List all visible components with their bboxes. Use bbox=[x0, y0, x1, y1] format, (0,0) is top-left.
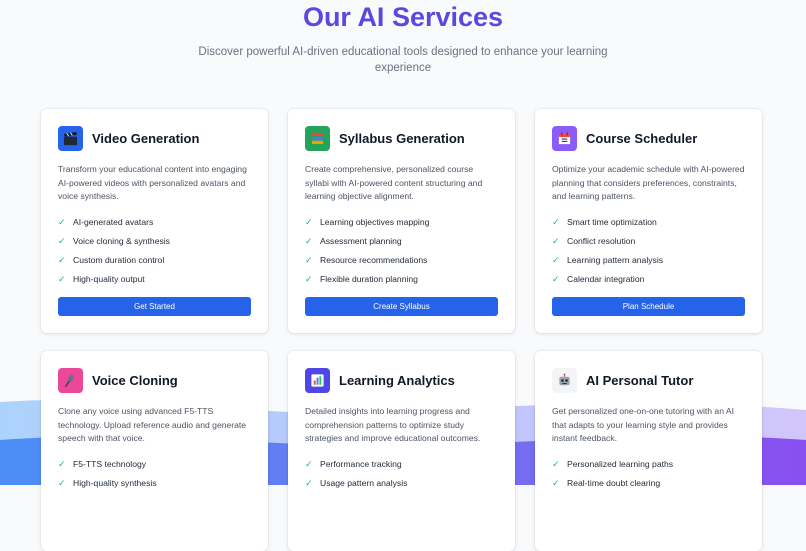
feature-list: ✓ F5-TTS technology ✓ High-quality synthes… bbox=[58, 455, 251, 493]
feature-item: ✓ High-quality synthesis bbox=[58, 474, 251, 493]
card-title: Learning Analytics bbox=[339, 372, 455, 388]
checkmark-icon: ✓ bbox=[305, 236, 313, 246]
feature-item: ✓ Learning objectives mapping bbox=[305, 213, 498, 232]
checkmark-icon: ✓ bbox=[58, 236, 66, 246]
feature-item: ✓ Flexible duration planning bbox=[305, 270, 498, 289]
service-card-voice-cloning: Voice Cloning Clone any voice using adva… bbox=[41, 351, 268, 551]
checkmark-icon: ✓ bbox=[552, 217, 560, 227]
get-started-button[interactable]: Get Started bbox=[58, 297, 251, 316]
checkmark-icon: ✓ bbox=[552, 478, 560, 488]
feature-list: ✓ AI-generated avatars ✓ Voice cloning & s… bbox=[58, 213, 251, 289]
checkmark-icon: ✓ bbox=[305, 217, 313, 227]
checkmark-icon: ✓ bbox=[552, 255, 560, 265]
feature-item: ✓ Voice cloning & synthesis bbox=[58, 232, 251, 251]
plan-schedule-button[interactable]: Plan Schedule bbox=[552, 297, 745, 316]
checkmark-icon: ✓ bbox=[552, 459, 560, 469]
clapperboard-icon bbox=[58, 125, 83, 151]
service-card-learning-analytics: Learning Analytics Detailed insights int… bbox=[288, 351, 515, 551]
feature-item: ✓ Conflict resolution bbox=[552, 232, 745, 251]
card-title: AI Personal Tutor bbox=[586, 372, 694, 388]
card-title: Course Scheduler bbox=[586, 130, 698, 146]
feature-item: ✓ Calendar integration bbox=[552, 270, 745, 289]
feature-item: ✓ Assessment planning bbox=[305, 232, 498, 251]
feature-list: ✓ Learning objectives mapping ✓ Assessment… bbox=[305, 213, 498, 289]
feature-item: ✓ Performance tracking bbox=[305, 455, 498, 474]
checkmark-icon: ✓ bbox=[552, 236, 560, 246]
feature-list: ✓ Smart time optimization ✓ Conflict resol… bbox=[552, 213, 745, 289]
robot-icon bbox=[552, 367, 577, 393]
checkmark-icon: ✓ bbox=[58, 274, 66, 284]
card-title: Video Generation bbox=[92, 130, 200, 146]
feature-item: ✓ Personalized learning paths bbox=[552, 455, 745, 474]
card-description: Get personalized one-on-one tutoring wit… bbox=[552, 406, 735, 443]
card-description: Transform your educational content into … bbox=[58, 164, 247, 201]
card-description: Detailed insights into learning progress… bbox=[305, 406, 481, 443]
card-description: Clone any voice using advanced F5-TTS te… bbox=[58, 406, 247, 443]
feature-item: ✓ AI-generated avatars bbox=[58, 213, 251, 232]
feature-item: ✓ Custom duration control bbox=[58, 251, 251, 270]
feature-list: ✓ Performance tracking ✓ Usage pattern ana… bbox=[305, 455, 498, 493]
card-description: Create comprehensive, personalized cours… bbox=[305, 164, 483, 201]
page-subtitle: Discover powerful AI-driven educational … bbox=[198, 46, 608, 74]
card-description: Optimize your academic schedule with AI-… bbox=[552, 164, 745, 201]
checkmark-icon: ✓ bbox=[58, 478, 66, 488]
card-title: Voice Cloning bbox=[92, 372, 178, 388]
feature-item: ✓ Usage pattern analysis bbox=[305, 474, 498, 493]
page-title: Our AI Services bbox=[302, 2, 504, 32]
checkmark-icon: ✓ bbox=[58, 459, 66, 469]
service-card-video-generation: Video Generation Transform your educatio… bbox=[41, 109, 268, 333]
checkmark-icon: ✓ bbox=[305, 255, 313, 265]
feature-list: ✓ Personalized learning paths ✓ Real-time … bbox=[552, 455, 745, 493]
card-title: Syllabus Generation bbox=[339, 130, 465, 146]
checkmark-icon: ✓ bbox=[58, 255, 66, 265]
bar-chart-icon bbox=[305, 367, 330, 393]
checkmark-icon: ✓ bbox=[305, 274, 313, 284]
microphone-icon bbox=[58, 367, 83, 393]
checkmark-icon: ✓ bbox=[305, 459, 313, 469]
feature-item: ✓ Smart time optimization bbox=[552, 213, 745, 232]
feature-item: ✓ Resource recommendations bbox=[305, 251, 498, 270]
service-card-course-scheduler: Course Scheduler Optimize your academic … bbox=[535, 109, 762, 333]
create-syllabus-button[interactable]: Create Syllabus bbox=[305, 297, 498, 316]
checkmark-icon: ✓ bbox=[58, 217, 66, 227]
checkmark-icon: ✓ bbox=[305, 478, 313, 488]
service-card-syllabus-generation: Syllabus Generation Create comprehensive… bbox=[288, 109, 515, 333]
calendar-icon bbox=[552, 125, 577, 151]
feature-item: ✓ Real-time doubt clearing bbox=[552, 474, 745, 493]
checkmark-icon: ✓ bbox=[552, 274, 560, 284]
feature-item: ✓ Learning pattern analysis bbox=[552, 251, 745, 270]
feature-item: ✓ High-quality output bbox=[58, 270, 251, 289]
service-card-ai-personal-tutor: AI Personal Tutor Get personalized one-o… bbox=[535, 351, 762, 551]
books-icon bbox=[305, 125, 330, 151]
feature-item: ✓ F5-TTS technology bbox=[58, 455, 251, 474]
